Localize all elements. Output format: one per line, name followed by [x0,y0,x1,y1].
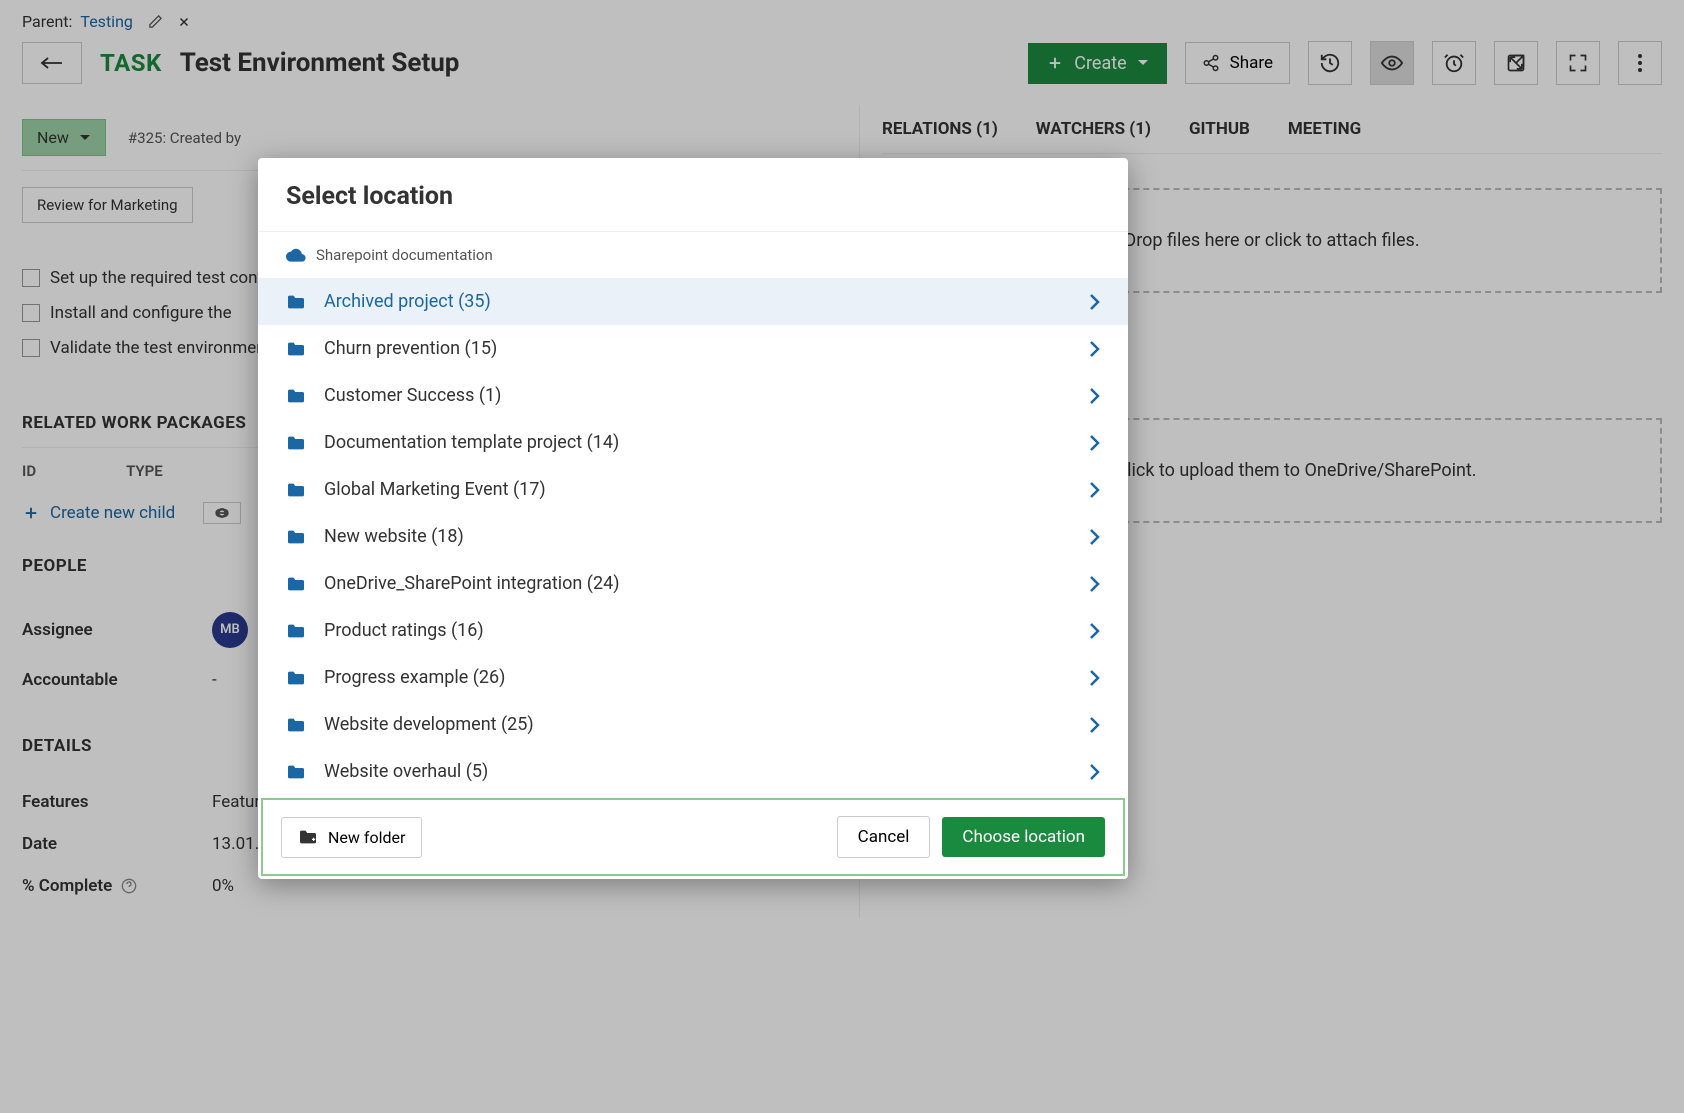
new-folder-label: New folder [328,828,405,847]
folder-icon [286,717,306,733]
folder-list: Archived project (35) Churn prevention (1… [258,278,1128,795]
folder-name: Website development (25) [324,714,1088,735]
folder-row[interactable]: Product ratings (16) [258,607,1128,654]
folder-name: Customer Success (1) [324,385,1088,406]
cloud-icon [286,248,306,262]
folder-name: Archived project (35) [324,291,1088,312]
folder-icon [286,435,306,451]
folder-row[interactable]: Customer Success (1) [258,372,1128,419]
chevron-right-icon[interactable] [1088,528,1100,546]
folder-row[interactable]: Archived project (35) [258,278,1128,325]
cancel-button[interactable]: Cancel [837,816,931,858]
chevron-right-icon[interactable] [1088,575,1100,593]
breadcrumb-text: Sharepoint documentation [316,246,493,264]
folder-name: Documentation template project (14) [324,432,1088,453]
chevron-right-icon[interactable] [1088,293,1100,311]
new-folder-button[interactable]: New folder [281,817,422,858]
folder-icon [286,670,306,686]
folder-row[interactable]: Progress example (26) [258,654,1128,701]
chevron-right-icon[interactable] [1088,340,1100,358]
folder-row[interactable]: Churn prevention (15) [258,325,1128,372]
breadcrumb[interactable]: Sharepoint documentation [258,232,1128,278]
folder-name: Website overhaul (5) [324,761,1088,782]
folder-row[interactable]: Website overhaul (5) [258,748,1128,795]
chevron-right-icon[interactable] [1088,434,1100,452]
chevron-right-icon[interactable] [1088,716,1100,734]
folder-icon [286,341,306,357]
folder-icon [286,482,306,498]
chevron-right-icon[interactable] [1088,481,1100,499]
folder-name: Progress example (26) [324,667,1088,688]
chevron-right-icon[interactable] [1088,763,1100,781]
folder-icon [286,576,306,592]
folder-name: Global Marketing Event (17) [324,479,1088,500]
folder-name: New website (18) [324,526,1088,547]
chevron-right-icon[interactable] [1088,622,1100,640]
folder-name: OneDrive_SharePoint integration (24) [324,573,1088,594]
folder-add-icon [298,829,318,845]
folder-row[interactable]: New website (18) [258,513,1128,560]
modal-title: Select location [286,182,1100,211]
select-location-modal: Select location Sharepoint documentation… [258,158,1128,879]
choose-location-button[interactable]: Choose location [942,817,1105,857]
folder-icon [286,764,306,780]
folder-icon [286,294,306,310]
chevron-right-icon[interactable] [1088,387,1100,405]
folder-row[interactable]: Website development (25) [258,701,1128,748]
folder-icon [286,623,306,639]
folder-row[interactable]: Global Marketing Event (17) [258,466,1128,513]
folder-icon [286,529,306,545]
folder-row[interactable]: OneDrive_SharePoint integration (24) [258,560,1128,607]
folder-name: Churn prevention (15) [324,338,1088,359]
folder-name: Product ratings (16) [324,620,1088,641]
folder-row[interactable]: Documentation template project (14) [258,419,1128,466]
folder-icon [286,388,306,404]
chevron-right-icon[interactable] [1088,669,1100,687]
